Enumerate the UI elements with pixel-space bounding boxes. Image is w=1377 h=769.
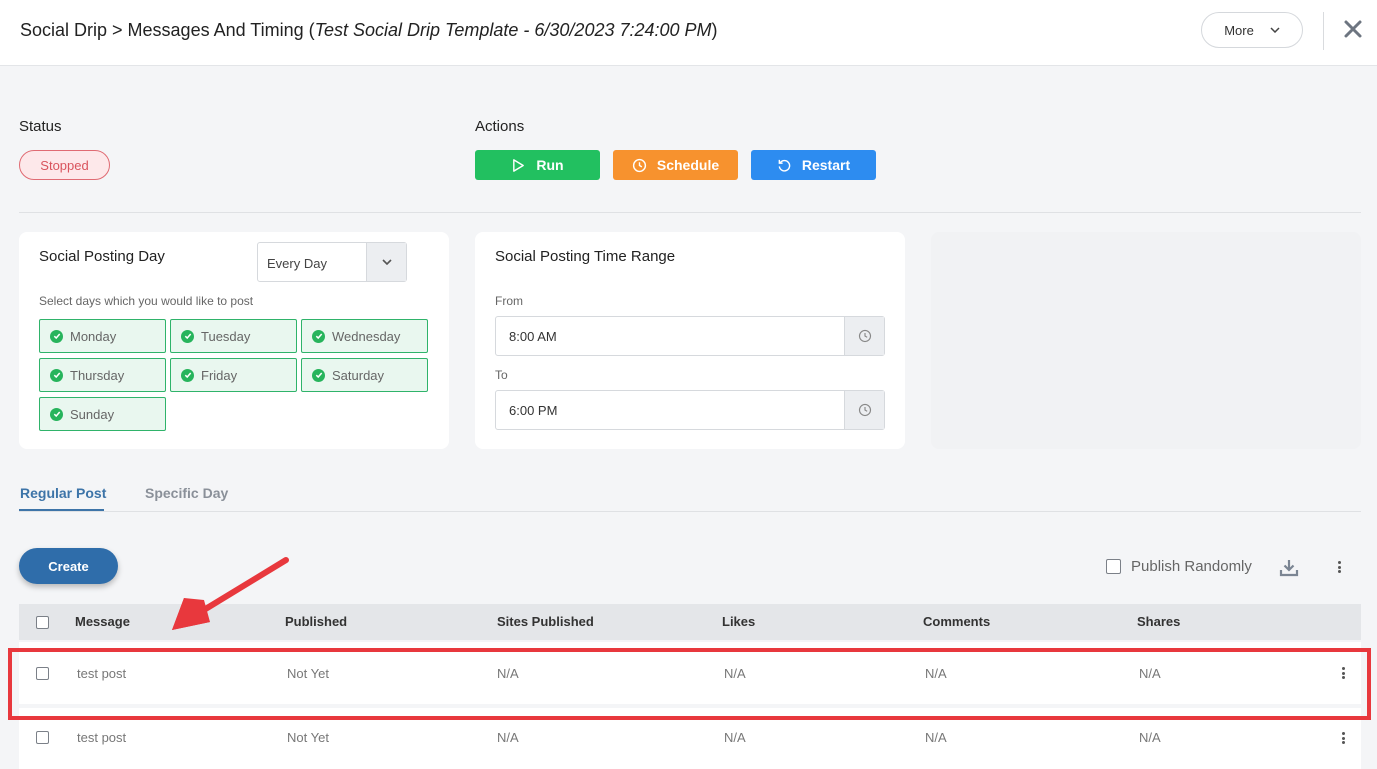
more-options-icon[interactable] xyxy=(1338,561,1342,575)
to-time-input[interactable]: 6:00 PM xyxy=(495,390,885,430)
restart-button[interactable]: Restart xyxy=(751,150,876,180)
check-circle-icon xyxy=(50,368,63,382)
chevron-down-icon xyxy=(366,243,406,281)
cell-message: test post xyxy=(77,730,127,745)
cell-sites-published: N/A xyxy=(497,730,519,745)
day-label: Monday xyxy=(70,328,117,344)
day-label: Saturday xyxy=(332,367,385,383)
day-toggle-thursday[interactable]: Thursday xyxy=(39,358,166,392)
run-button[interactable]: Run xyxy=(475,150,600,180)
cell-published: Not Yet xyxy=(287,730,329,745)
row-menu-icon[interactable] xyxy=(1342,732,1346,746)
from-time-input[interactable]: 8:00 AM xyxy=(495,316,885,356)
cell-comments: N/A xyxy=(925,730,947,745)
from-label: From xyxy=(495,294,523,308)
download-icon[interactable] xyxy=(1279,558,1299,583)
day-label: Thursday xyxy=(70,367,125,383)
actions-label: Actions xyxy=(475,118,525,135)
more-label: More xyxy=(1224,22,1254,38)
day-toggle-wednesday[interactable]: Wednesday xyxy=(301,319,428,353)
posting-day-title: Social Posting Day xyxy=(39,248,165,265)
column-header-likes[interactable]: Likes xyxy=(722,614,755,629)
column-header-shares[interactable]: Shares xyxy=(1137,614,1180,629)
restart-icon xyxy=(778,159,791,172)
header-separator xyxy=(1323,12,1324,50)
check-circle-icon xyxy=(50,329,63,343)
row-checkbox[interactable] xyxy=(36,731,49,744)
section-divider xyxy=(19,212,1361,213)
annotation-arrow-icon xyxy=(172,557,289,630)
tabs-divider xyxy=(19,511,1361,512)
clock-icon xyxy=(632,158,646,172)
page-header: Social Drip > Messages And Timing (Test … xyxy=(0,0,1377,66)
empty-card xyxy=(931,232,1361,449)
close-icon[interactable] xyxy=(1340,16,1366,42)
day-toggle-monday[interactable]: Monday xyxy=(39,319,166,353)
day-toggle-tuesday[interactable]: Tuesday xyxy=(170,319,297,353)
page-title: Social Drip > Messages And Timing (Test … xyxy=(20,20,718,40)
cell-shares: N/A xyxy=(1139,730,1161,745)
more-dropdown-button[interactable]: More xyxy=(1201,12,1303,48)
day-toggle-friday[interactable]: Friday xyxy=(170,358,297,392)
day-label: Sunday xyxy=(70,406,115,422)
posting-day-select[interactable]: Every Day xyxy=(257,242,407,282)
posting-day-hint: Select days which you would like to post xyxy=(39,294,254,308)
status-label: Status xyxy=(19,118,62,135)
day-label: Wednesday xyxy=(332,328,401,344)
create-button[interactable]: Create xyxy=(19,548,118,584)
tab-specific-day[interactable]: Specific Day xyxy=(145,485,228,501)
day-toggle-saturday[interactable]: Saturday xyxy=(301,358,428,392)
run-label: Run xyxy=(536,157,564,173)
time-range-title: Social Posting Time Range xyxy=(495,248,676,265)
day-label: Tuesday xyxy=(201,328,251,344)
clock-icon[interactable] xyxy=(844,317,884,355)
schedule-button[interactable]: Schedule xyxy=(613,150,738,180)
column-header-sites-published[interactable]: Sites Published xyxy=(497,614,594,629)
restart-label: Restart xyxy=(801,157,851,173)
to-label: To xyxy=(495,368,508,382)
day-toggle-sunday[interactable]: Sunday xyxy=(39,397,166,431)
highlight-box xyxy=(8,648,1371,720)
check-circle-icon xyxy=(50,407,63,421)
check-circle-icon xyxy=(181,329,194,343)
posting-day-select-value: Every Day xyxy=(267,256,327,271)
check-circle-icon xyxy=(312,368,325,382)
chevron-down-icon xyxy=(1270,27,1280,33)
from-time-value: 8:00 AM xyxy=(509,329,557,344)
to-time-value: 6:00 PM xyxy=(509,403,558,418)
schedule-label: Schedule xyxy=(656,157,720,173)
publish-randomly-checkbox[interactable] xyxy=(1106,559,1121,574)
check-circle-icon xyxy=(312,329,325,343)
select-all-checkbox[interactable] xyxy=(36,616,49,629)
column-header-comments[interactable]: Comments xyxy=(923,614,990,629)
day-label: Friday xyxy=(201,367,238,383)
status-badge: Stopped xyxy=(19,150,110,180)
tab-regular-post[interactable]: Regular Post xyxy=(20,485,106,501)
active-tab-indicator xyxy=(19,509,104,511)
clock-icon[interactable] xyxy=(844,391,884,429)
column-header-message[interactable]: Message xyxy=(75,614,130,629)
check-circle-icon xyxy=(181,368,194,382)
cell-likes: N/A xyxy=(724,730,746,745)
play-icon xyxy=(513,158,525,172)
publish-randomly-label: Publish Randomly xyxy=(1131,558,1252,575)
